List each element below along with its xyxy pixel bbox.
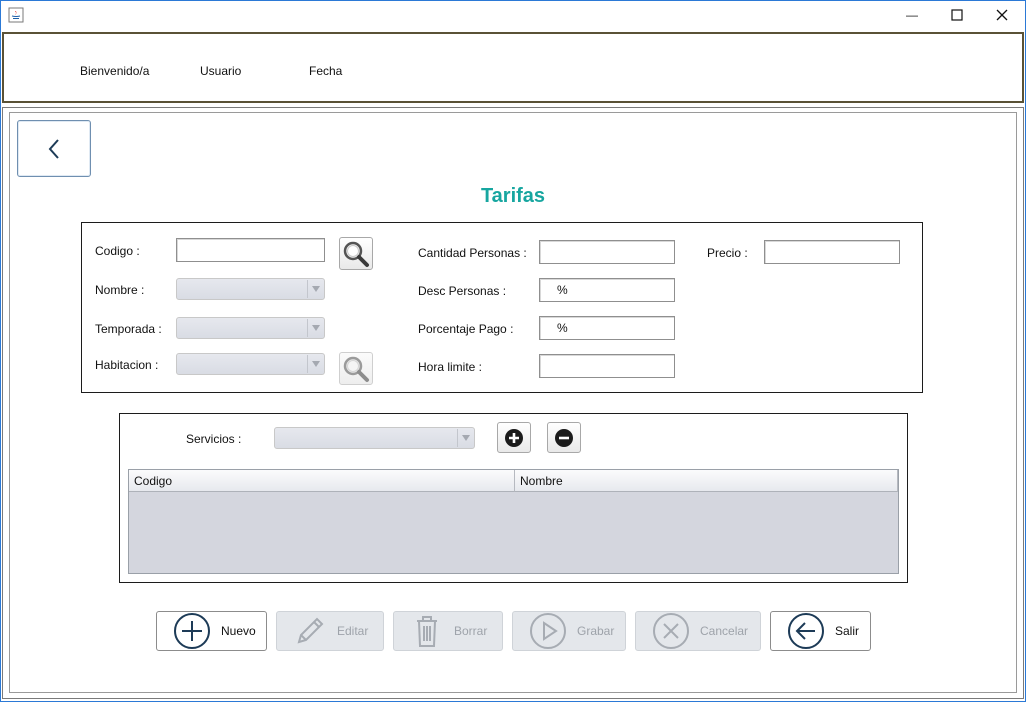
play-circle-icon bbox=[530, 613, 566, 649]
servicios-label: Servicios : bbox=[186, 432, 242, 446]
column-header-codigo[interactable]: Codigo bbox=[129, 470, 515, 492]
dropdown-arrow-icon bbox=[307, 280, 323, 298]
precio-label: Precio : bbox=[707, 246, 748, 260]
plus-circle-outline-icon bbox=[174, 613, 210, 649]
habitacion-label: Habitacion : bbox=[95, 358, 159, 372]
nombre-combo[interactable] bbox=[176, 278, 325, 300]
grabar-label: Grabar bbox=[577, 624, 615, 638]
pencil-icon bbox=[297, 617, 324, 644]
search-codigo-button[interactable] bbox=[339, 237, 373, 270]
habitacion-combo[interactable] bbox=[176, 353, 325, 375]
cancelar-button[interactable]: Cancelar bbox=[635, 611, 761, 651]
desc-personas-label: Desc Personas : bbox=[418, 284, 507, 298]
close-button[interactable] bbox=[979, 0, 1025, 30]
search-habitacion-button[interactable] bbox=[339, 352, 373, 385]
remove-service-button[interactable] bbox=[547, 422, 581, 453]
borrar-button[interactable]: Borrar bbox=[393, 611, 503, 651]
magnifier-icon bbox=[343, 241, 369, 267]
hora-limite-field[interactable] bbox=[539, 354, 675, 378]
salir-label: Salir bbox=[835, 624, 860, 638]
porcentaje-pago-field[interactable]: % bbox=[539, 316, 675, 340]
dropdown-arrow-icon bbox=[457, 429, 473, 447]
services-table[interactable]: Codigo Nombre bbox=[128, 469, 899, 574]
date-label: Fecha bbox=[309, 64, 343, 78]
page-title: Tarifas bbox=[480, 185, 546, 207]
dropdown-arrow-icon bbox=[307, 355, 323, 373]
close-icon bbox=[996, 9, 1008, 21]
cantidad-personas-field[interactable] bbox=[539, 240, 675, 264]
editar-label: Editar bbox=[337, 624, 369, 638]
salir-button[interactable]: Salir bbox=[770, 611, 871, 651]
porcentaje-pago-label: Porcentaje Pago : bbox=[418, 322, 514, 336]
x-circle-icon bbox=[653, 613, 689, 649]
magnifier-icon bbox=[343, 356, 369, 382]
maximize-button[interactable] bbox=[934, 0, 980, 30]
chevron-left-icon bbox=[48, 138, 59, 159]
column-header-nombre[interactable]: Nombre bbox=[515, 470, 898, 492]
temporada-label: Temporada : bbox=[95, 322, 162, 336]
trash-icon bbox=[417, 616, 437, 647]
desc-personas-field[interactable]: % bbox=[539, 278, 675, 302]
user-label: Usuario bbox=[200, 64, 242, 78]
servicios-combo[interactable] bbox=[274, 427, 475, 449]
maximize-icon bbox=[951, 9, 963, 21]
minimize-button[interactable]: — bbox=[889, 0, 935, 30]
editar-button[interactable]: Editar bbox=[276, 611, 384, 651]
java-app-icon bbox=[8, 7, 24, 23]
cantidad-personas-label: Cantidad Personas : bbox=[418, 246, 527, 260]
nuevo-button[interactable]: Nuevo bbox=[156, 611, 267, 651]
arrow-left-circle-icon bbox=[788, 613, 824, 649]
precio-field[interactable] bbox=[764, 240, 900, 264]
borrar-label: Borrar bbox=[454, 624, 488, 638]
header-panel bbox=[2, 32, 1024, 103]
window-titlebar bbox=[0, 0, 1026, 31]
codigo-label: Codigo : bbox=[95, 244, 140, 258]
welcome-label: Bienvenido/a bbox=[80, 64, 150, 78]
plus-circle-icon bbox=[505, 428, 523, 447]
nuevo-label: Nuevo bbox=[221, 624, 256, 638]
minus-circle-icon bbox=[555, 428, 573, 447]
nombre-label: Nombre : bbox=[95, 283, 145, 297]
grabar-button[interactable]: Grabar bbox=[512, 611, 626, 651]
hora-limite-label: Hora limite : bbox=[418, 360, 483, 374]
minimize-icon: — bbox=[906, 8, 918, 22]
temporada-combo[interactable] bbox=[176, 317, 325, 339]
dropdown-arrow-icon bbox=[307, 319, 323, 337]
back-button[interactable] bbox=[17, 120, 91, 177]
codigo-field[interactable] bbox=[176, 238, 325, 262]
add-service-button[interactable] bbox=[497, 422, 531, 453]
cancelar-label: Cancelar bbox=[700, 624, 749, 638]
